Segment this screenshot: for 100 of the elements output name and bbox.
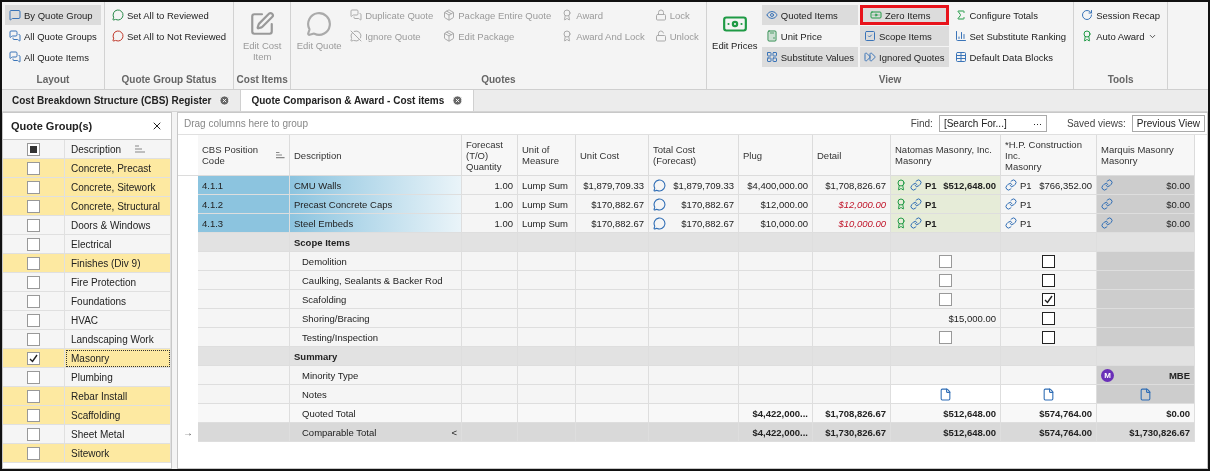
column-header[interactable]: Detail	[813, 135, 891, 176]
checkbox[interactable]	[939, 254, 952, 268]
checkbox[interactable]	[27, 389, 40, 403]
checkbox[interactable]	[27, 351, 40, 365]
search-field[interactable]: [Search For...] ···	[938, 115, 1047, 132]
checkbox[interactable]	[1042, 273, 1055, 287]
list-item[interactable]: Scaffolding	[65, 406, 171, 425]
note-icon[interactable]	[1139, 387, 1152, 401]
checkbox[interactable]	[27, 427, 40, 441]
ribbon-button[interactable]: All Quote Groups	[5, 26, 101, 46]
ribbon-button[interactable]: Scope Items	[860, 26, 949, 46]
ribbon-button[interactable]: Default Data Blocks	[950, 47, 1071, 67]
column-header[interactable]: Plug	[739, 135, 813, 176]
column-header[interactable]: Unit Cost	[576, 135, 649, 176]
list-item[interactable]: Finishes (Div 9)	[65, 254, 171, 273]
ribbon-button[interactable]: Set All to Not Reviewed	[107, 26, 231, 46]
comment-icon[interactable]	[653, 216, 666, 230]
link-icon[interactable]	[910, 217, 922, 229]
quote-amount: $766,352.00	[1039, 179, 1092, 191]
checkbox[interactable]	[27, 180, 40, 194]
document-tab[interactable]: Quote Comparison & Award - Cost items	[241, 90, 475, 111]
checkbox[interactable]	[939, 330, 952, 344]
sort-icon[interactable]	[275, 150, 285, 160]
checkbox[interactable]	[27, 237, 40, 251]
list-item[interactable]: Concrete, Structural	[65, 197, 171, 216]
list-item[interactable]: Plumbing	[65, 368, 171, 387]
list-item[interactable]: Foundations	[65, 292, 171, 311]
list-item[interactable]: Sheet Metal	[65, 425, 171, 444]
checkbox[interactable]	[27, 218, 40, 232]
ribbon-button[interactable]: Set Substitute Ranking	[950, 26, 1071, 46]
list-item[interactable]: Fire Protection	[65, 273, 171, 292]
checkbox[interactable]	[27, 408, 40, 422]
column-header[interactable]: Description	[290, 135, 462, 176]
checkbox[interactable]	[1042, 330, 1055, 344]
checkbox[interactable]	[27, 161, 40, 175]
ribbon-button[interactable]: Zero Items	[860, 5, 949, 25]
checkbox[interactable]	[27, 256, 40, 270]
comment-icon[interactable]	[653, 178, 666, 192]
column-header[interactable]: Marquis Masonry Masonry	[1097, 135, 1195, 176]
link-icon[interactable]	[1101, 179, 1113, 191]
note-icon[interactable]	[1042, 387, 1055, 401]
link-icon[interactable]	[910, 198, 922, 210]
ribbon-button[interactable]: All Quote Items	[5, 47, 101, 67]
list-item[interactable]: Concrete, Sitework	[65, 178, 171, 197]
link-icon[interactable]	[1101, 217, 1113, 229]
sort-icon[interactable]	[135, 144, 147, 154]
table-cell: 1.00	[462, 195, 518, 214]
ribbon-button[interactable]: Edit Prices	[709, 5, 760, 71]
checkbox[interactable]	[27, 199, 40, 213]
checkbox[interactable]	[27, 294, 40, 308]
checkbox[interactable]	[1042, 292, 1055, 306]
close-icon[interactable]	[151, 120, 163, 132]
column-header[interactable]: CBS Position Code	[198, 135, 290, 176]
link-icon[interactable]	[1005, 179, 1017, 191]
list-item[interactable]: Sitework	[65, 444, 171, 463]
column-header[interactable]: Forecast (T/O) Quantity	[462, 135, 518, 176]
list-item[interactable]: Concrete, Precast	[65, 159, 171, 178]
column-header[interactable]: Total Cost (Forecast)	[649, 135, 739, 176]
checkbox[interactable]	[27, 313, 40, 327]
column-header[interactable]: Unit of Measure	[518, 135, 576, 176]
ribbon-button[interactable]: Quoted Items	[761, 5, 858, 25]
checkbox[interactable]	[27, 332, 40, 346]
checkbox[interactable]	[939, 292, 952, 306]
table-cell: Lump Sum	[518, 176, 576, 195]
row-indicator: →	[183, 427, 193, 438]
ribbon-button[interactable]: Ignored Quotes	[860, 47, 949, 67]
list-item[interactable]: Electrical	[65, 235, 171, 254]
list-item[interactable]: Masonry	[65, 349, 171, 368]
checkbox[interactable]	[1042, 254, 1055, 268]
checkbox[interactable]	[27, 446, 40, 460]
priority-label: P1	[925, 198, 937, 210]
checkbox[interactable]	[27, 275, 40, 289]
checkbox[interactable]	[27, 142, 40, 156]
checkbox[interactable]	[939, 273, 952, 287]
link-icon[interactable]	[1005, 198, 1017, 210]
checkbox[interactable]	[1042, 311, 1055, 325]
checkbox[interactable]	[27, 370, 40, 384]
saved-views-field[interactable]: Previous View	[1131, 115, 1205, 132]
list-item[interactable]: Landscaping Work	[65, 330, 171, 349]
list-item[interactable]: Doors & Windows	[65, 216, 171, 235]
column-header[interactable]: *H.P. Construction Inc. Masonry	[1001, 135, 1097, 176]
comment-icon[interactable]	[653, 197, 666, 211]
ribbon-button[interactable]: Set All to Reviewed	[107, 5, 231, 25]
list-item[interactable]: Rebar Install	[65, 387, 171, 406]
ribbon-button[interactable]: By Quote Group	[5, 5, 101, 25]
column-header[interactable]: Description	[65, 140, 171, 159]
link-icon[interactable]	[1005, 217, 1017, 229]
list-item[interactable]: HVAC	[65, 311, 171, 330]
more-button[interactable]: ···	[1032, 118, 1042, 129]
link-icon[interactable]	[1101, 198, 1113, 210]
column-header[interactable]: Natomas Masonry, Inc. Masonry	[891, 135, 1001, 176]
link-icon[interactable]	[910, 179, 922, 191]
table-cell: Lump Sum	[518, 195, 576, 214]
note-icon[interactable]	[939, 387, 952, 401]
ribbon-button[interactable]: Substitute Values	[761, 47, 858, 67]
ribbon-button[interactable]: Unit Price	[761, 26, 858, 46]
ribbon-button[interactable]: Auto Award	[1077, 26, 1165, 46]
table-cell	[518, 423, 576, 442]
ribbon-button[interactable]: Session Recap	[1077, 5, 1165, 25]
ribbon-button[interactable]: Configure Totals	[950, 5, 1071, 25]
